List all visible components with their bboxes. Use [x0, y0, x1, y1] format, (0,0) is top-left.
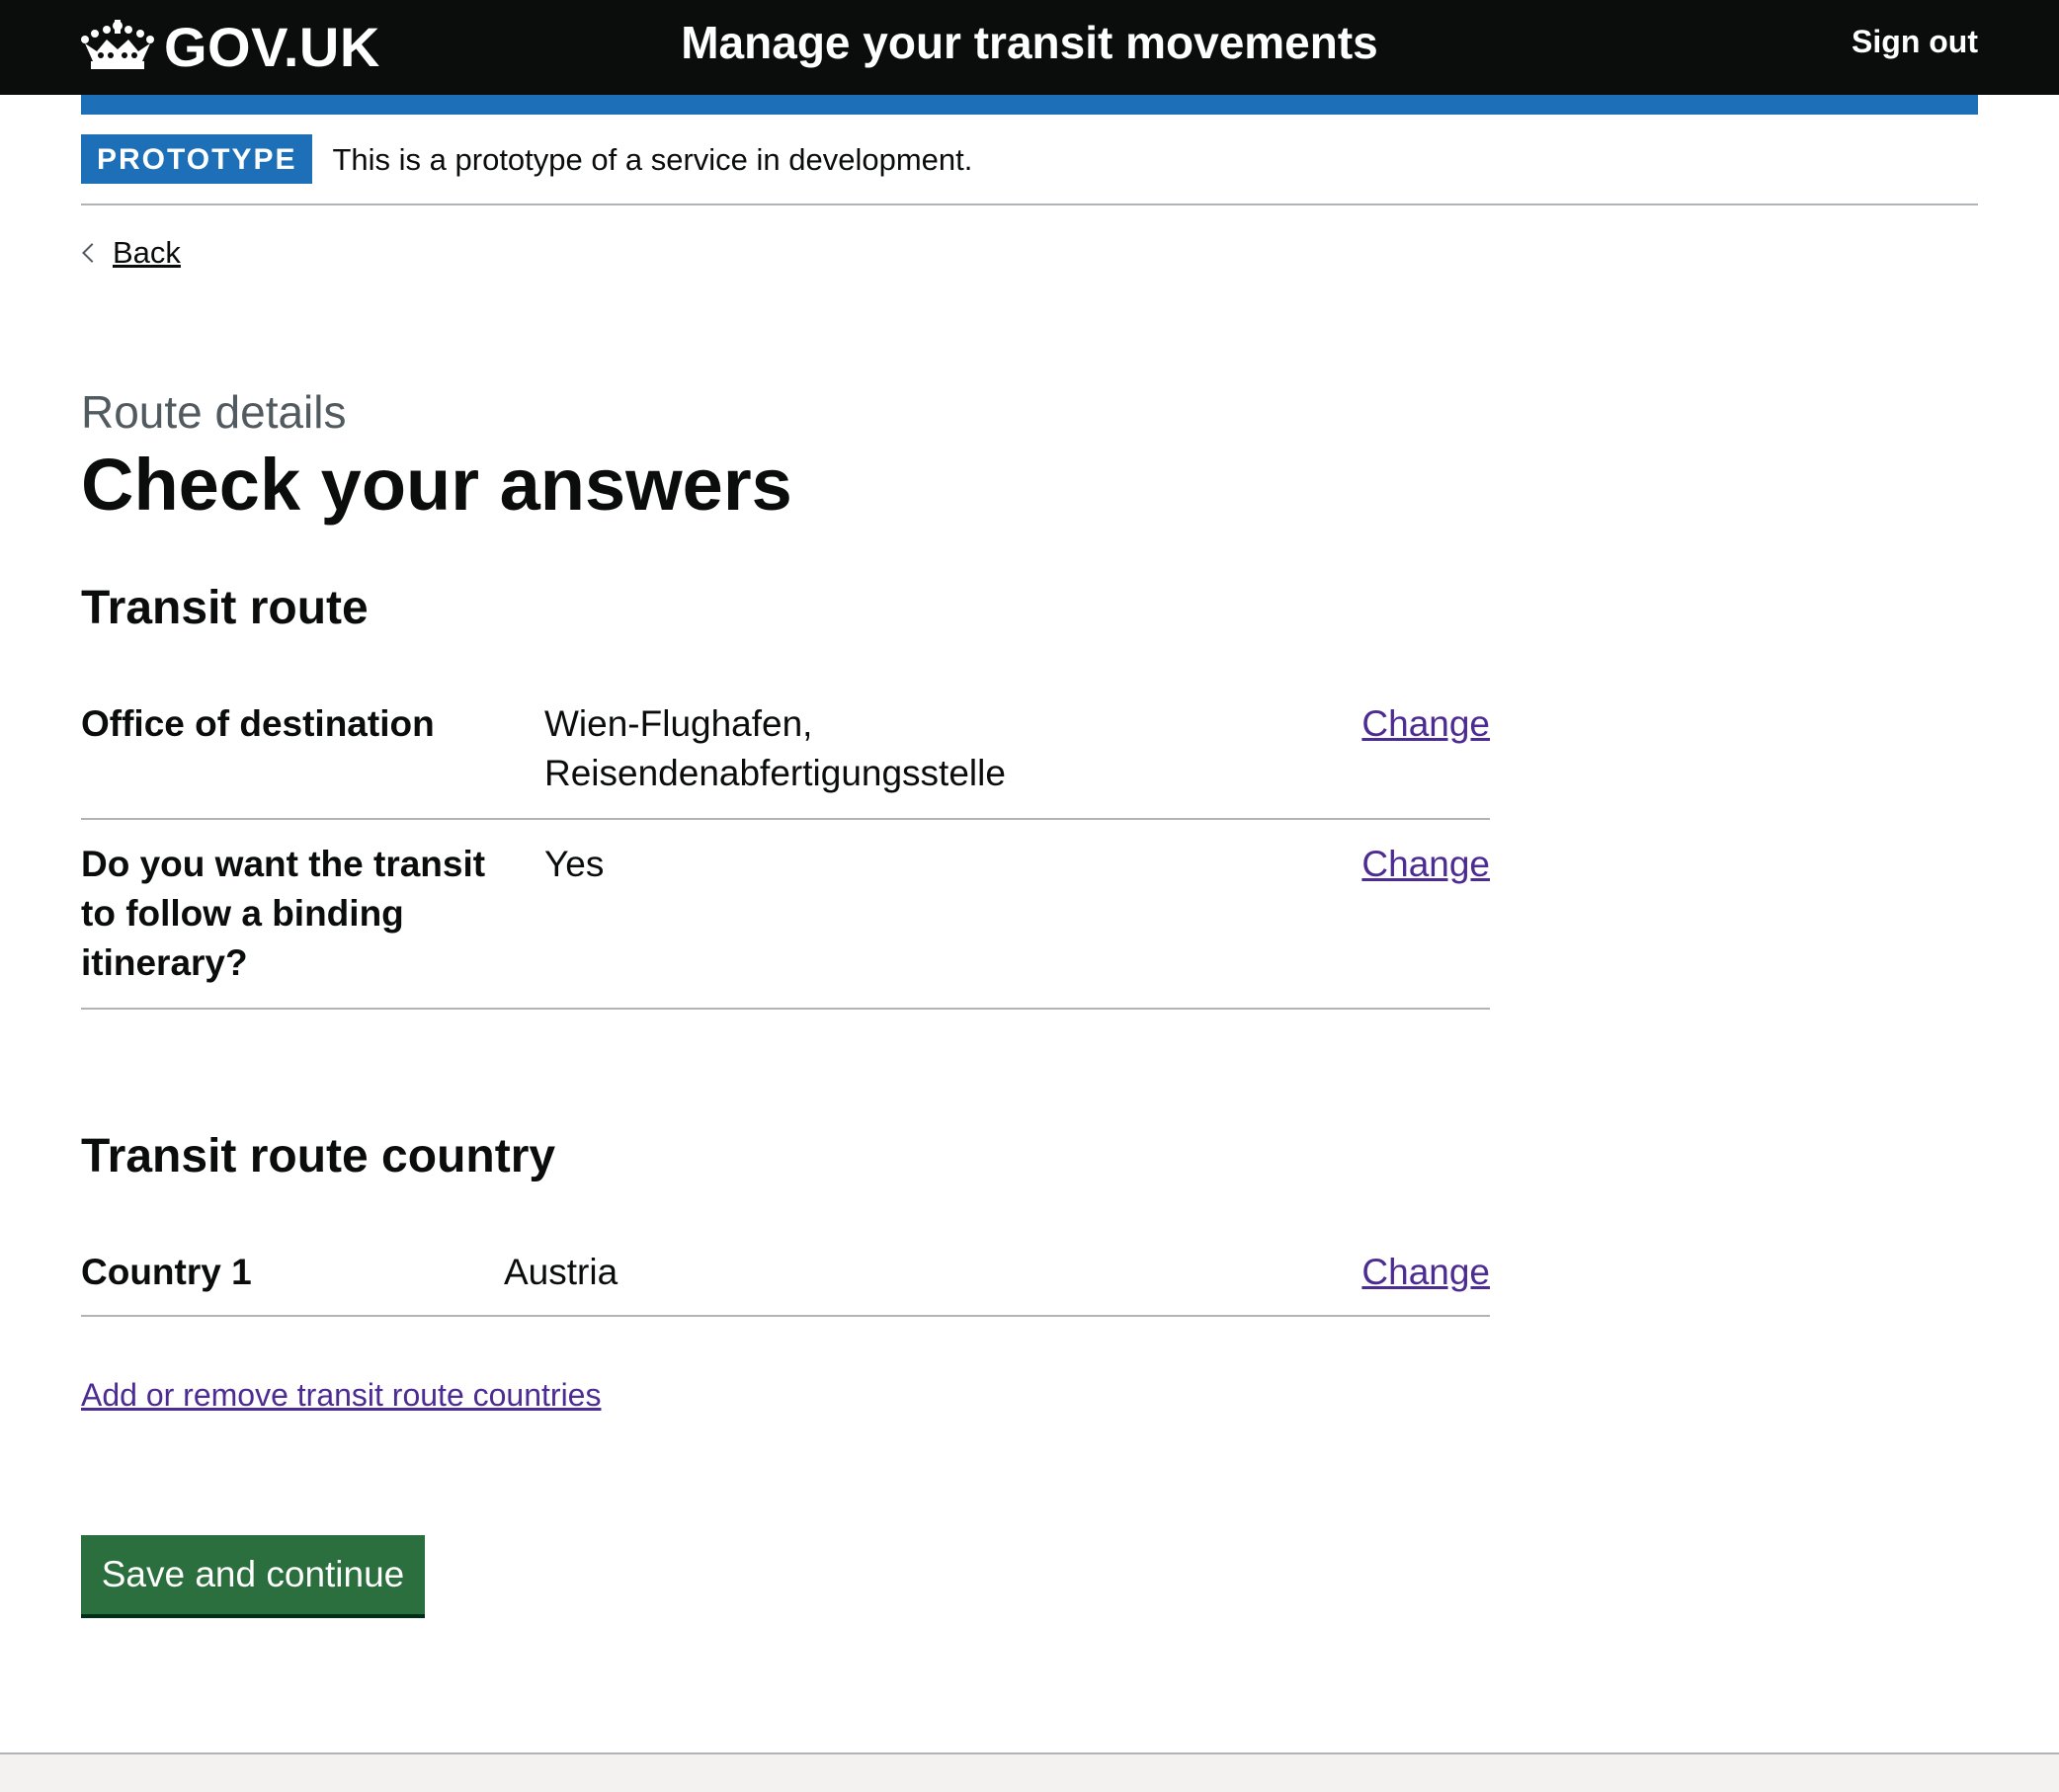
- site-header: GOV.UK Manage your transit movements Sig…: [0, 0, 2059, 95]
- summary-key-line: Do you want the transit: [81, 844, 486, 884]
- summary-row-country-1: Country 1 Austria Change: [81, 1248, 1490, 1317]
- summary-value-line: Wien-Flughafen,: [544, 703, 813, 744]
- sign-out-link[interactable]: Sign out: [1852, 24, 1978, 60]
- page-caption: Route details: [81, 386, 347, 438]
- change-country-1-link[interactable]: Change: [1361, 1248, 1490, 1297]
- summary-key: Country 1: [81, 1252, 252, 1292]
- summary-key-line: to follow a binding: [81, 893, 404, 934]
- service-name-link[interactable]: Manage your transit movements: [0, 16, 2059, 69]
- footer: [0, 1752, 2059, 1792]
- summary-value: Austria: [504, 1252, 618, 1292]
- phase-tag: PROTOTYPE: [81, 134, 313, 184]
- back-link[interactable]: Back: [81, 235, 181, 271]
- page-title: Check your answers: [81, 444, 792, 526]
- summary-value-line: Reisendenabfertigungsstelle: [544, 753, 1006, 793]
- section-heading-transit-route: Transit route: [81, 582, 369, 634]
- summary-row-office-of-destination: Office of destination Wien-Flughafen, Re…: [81, 699, 1490, 820]
- change-office-of-destination-link[interactable]: Change: [1361, 699, 1490, 749]
- chevron-left-icon: [82, 243, 102, 263]
- change-binding-itinerary-link[interactable]: Change: [1361, 840, 1490, 889]
- summary-key-line: itinerary?: [81, 942, 248, 983]
- phase-banner-text: This is a prototype of a service in deve…: [332, 142, 973, 177]
- summary-row-binding-itinerary: Do you want the transit to follow a bind…: [81, 840, 1490, 1010]
- summary-value: Wien-Flughafen, Reisendenabfertigungsste…: [544, 699, 1006, 798]
- section-heading-transit-route-country: Transit route country: [81, 1130, 556, 1182]
- save-and-continue-button[interactable]: Save and continue: [81, 1535, 425, 1614]
- add-remove-countries-link[interactable]: Add or remove transit route countries: [81, 1377, 601, 1414]
- summary-key: Do you want the transit to follow a bind…: [81, 840, 496, 988]
- summary-value: Yes: [544, 844, 605, 884]
- back-link-label: Back: [113, 235, 181, 270]
- summary-key: Office of destination: [81, 703, 435, 744]
- phase-banner: PROTOTYPE This is a prototype of a servi…: [81, 134, 1978, 205]
- header-accent-bar: [81, 95, 1978, 115]
